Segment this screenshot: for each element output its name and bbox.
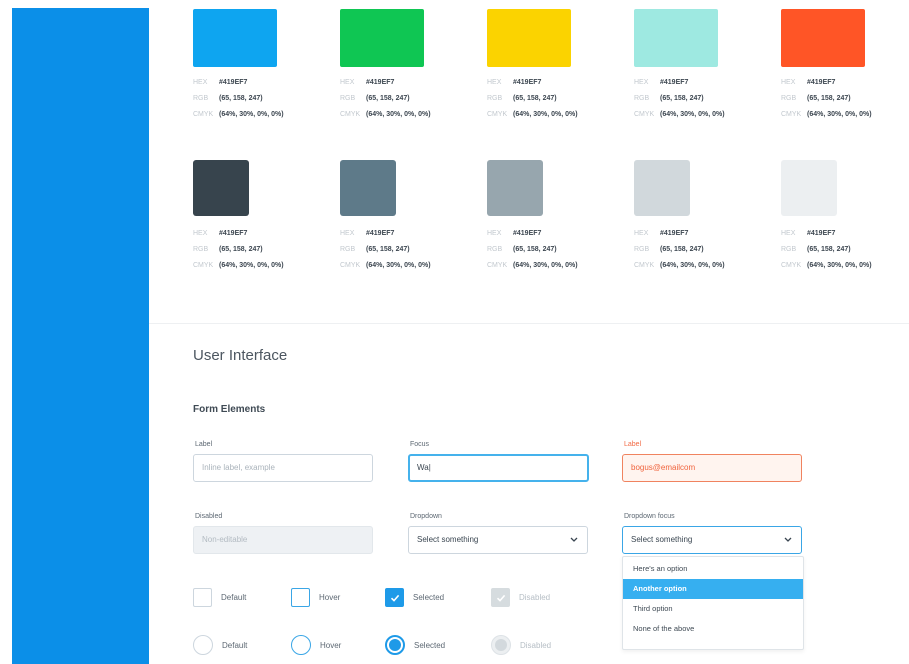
checkbox: [491, 588, 510, 607]
radio-default[interactable]: Default: [193, 635, 247, 655]
color-swatch: HEX #419EF7 RGB (65, 158, 247) CMYK (64%, 3…: [193, 160, 333, 269]
color-chip: [340, 160, 396, 216]
radio[interactable]: [291, 635, 311, 655]
check-icon: [496, 594, 506, 602]
color-chip: [193, 160, 249, 216]
palette-row-neutrals: HEX #419EF7 RGB (65, 158, 247) CMYK (64%, 3…: [193, 160, 893, 300]
swatch-values: HEX #419EF7 RGB (65, 158, 247) CMYK (64%, 3…: [487, 230, 578, 269]
top-strip: [0, 0, 909, 8]
dropdown-option-active[interactable]: Another option: [623, 579, 803, 599]
check-icon: [390, 594, 400, 602]
swatch-values: HEX #419EF7 RGB (65, 158, 247) CMYK (64%, 3…: [340, 79, 431, 118]
section-divider: [149, 323, 909, 324]
color-swatch: HEX #419EF7 RGB (65, 158, 247) CMYK (64%, 3…: [487, 9, 627, 118]
radio-label: Hover: [320, 640, 342, 650]
checkbox-label: Default: [221, 593, 247, 602]
radio-disabled: Disabled: [491, 635, 551, 655]
color-swatch: HEX #419EF7 RGB (65, 158, 247) CMYK (64%, 3…: [340, 9, 480, 118]
error-input[interactable]: bogus@emailcom: [622, 454, 802, 482]
dropdown-option[interactable]: Here's an option: [623, 559, 803, 579]
radio-label: Selected: [414, 640, 446, 650]
swatch-values: HEX #419EF7 RGB (65, 158, 247) CMYK (64%, 3…: [781, 79, 872, 118]
swatch-values: HEX #419EF7 RGB (65, 158, 247) CMYK (64%, 3…: [781, 230, 872, 269]
swatch-values: HEX #419EF7 RGB (65, 158, 247) CMYK (64%, 3…: [634, 230, 725, 269]
color-chip: [634, 160, 690, 216]
disabled-input: Non-editable: [193, 526, 373, 554]
radio-selected[interactable]: Selected: [385, 635, 445, 655]
checkbox[interactable]: [385, 588, 404, 607]
error-field-label: Label: [624, 441, 642, 448]
form-elements-title: Form Elements: [193, 404, 266, 415]
checkbox[interactable]: [193, 588, 212, 607]
color-chip: [487, 9, 571, 67]
section-title: User Interface: [193, 347, 288, 364]
radio-label: Default: [222, 640, 248, 650]
checkbox-hover[interactable]: Hover: [291, 588, 340, 607]
checkbox-disabled: Disabled: [491, 588, 550, 607]
focus-input-value: Wa: [417, 463, 429, 472]
dropdown-field-label: Dropdown: [410, 513, 442, 520]
dropdown-select[interactable]: Select something: [408, 526, 588, 554]
radio[interactable]: [385, 635, 405, 655]
checkbox[interactable]: [291, 588, 310, 607]
dropdown-select-value: Select something: [417, 535, 479, 544]
checkbox-label: Disabled: [519, 593, 551, 602]
color-swatch: HEX #419EF7 RGB (65, 158, 247) CMYK (64%, 3…: [781, 160, 909, 269]
radio-label: Disabled: [520, 640, 552, 650]
style-guide-canvas: HEX #419EF7 RGB (65, 158, 247) CMYK (64%, 3…: [149, 8, 909, 664]
swatch-values: HEX #419EF7 RGB (65, 158, 247) CMYK (64%, 3…: [193, 230, 284, 269]
color-swatch: HEX #419EF7 RGB (65, 158, 247) CMYK (64%, 3…: [781, 9, 909, 118]
color-chip: [193, 9, 277, 67]
color-swatch: HEX #419EF7 RGB (65, 158, 247) CMYK (64%, 3…: [487, 160, 627, 269]
checkbox-default[interactable]: Default: [193, 588, 246, 607]
color-swatch: HEX #419EF7 RGB (65, 158, 247) CMYK (64%, 3…: [193, 9, 333, 118]
chevron-down-icon: [570, 537, 578, 542]
color-swatch: HEX #419EF7 RGB (65, 158, 247) CMYK (64%, 3…: [340, 160, 480, 269]
radio[interactable]: [193, 635, 213, 655]
dropdown-menu: Here's an option Another option Third op…: [622, 556, 804, 650]
dropdown-option[interactable]: Third option: [623, 599, 803, 619]
color-chip: [781, 9, 865, 67]
color-chip: [634, 9, 718, 67]
dropdown-focus-select[interactable]: Select something: [622, 526, 802, 554]
radio-hover[interactable]: Hover: [291, 635, 341, 655]
disabled-field-label: Disabled: [195, 513, 223, 520]
dropdown-option[interactable]: None of the above: [623, 619, 803, 639]
color-swatch: HEX #419EF7 RGB (65, 158, 247) CMYK (64%, 3…: [634, 9, 774, 118]
label-field-label: Label: [195, 441, 213, 448]
color-chip: [340, 9, 424, 67]
focus-field-label: Focus: [410, 441, 430, 448]
dropdown-focus-field-label: Dropdown focus: [624, 513, 675, 520]
swatch-values: HEX #419EF7 RGB (65, 158, 247) CMYK (64%, 3…: [340, 230, 431, 269]
color-swatch: HEX #419EF7 RGB (65, 158, 247) CMYK (64%, 3…: [634, 160, 774, 269]
radio: [491, 635, 511, 655]
checkbox-selected[interactable]: Selected: [385, 588, 444, 607]
swatch-values: HEX #419EF7 RGB (65, 158, 247) CMYK (64%, 3…: [193, 79, 284, 118]
color-chip: [781, 160, 837, 216]
swatch-values: HEX #419EF7 RGB (65, 158, 247) CMYK (64%, 3…: [487, 79, 578, 118]
sidebar: [12, 8, 149, 664]
dropdown-focus-select-value: Select something: [631, 535, 693, 544]
palette-row-primary: HEX #419EF7 RGB (65, 158, 247) CMYK (64%, 3…: [193, 9, 893, 149]
checkbox-label: Selected: [413, 593, 445, 602]
swatch-values: HEX #419EF7 RGB (65, 158, 247) CMYK (64%, 3…: [634, 79, 725, 118]
checkbox-label: Hover: [319, 593, 341, 602]
color-chip: [487, 160, 543, 216]
chevron-down-icon: [784, 537, 792, 542]
focus-input[interactable]: Wa|: [408, 454, 589, 482]
label-input[interactable]: Inline label, example: [193, 454, 373, 482]
